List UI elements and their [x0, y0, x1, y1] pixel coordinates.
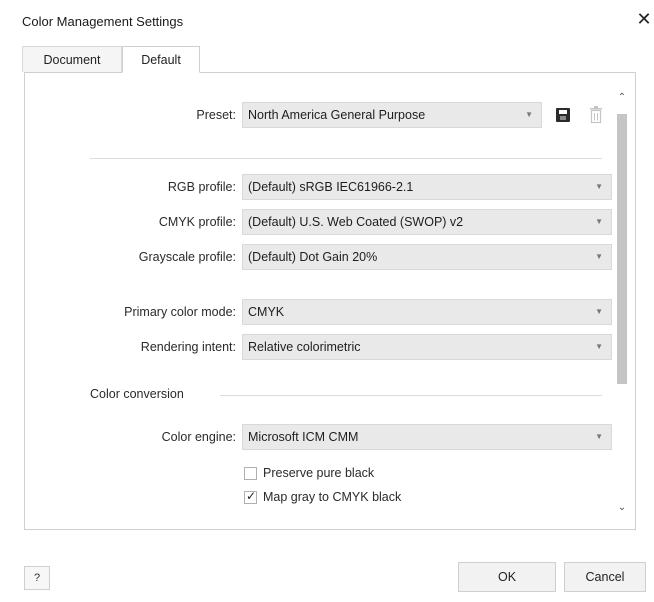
color-engine-dropdown[interactable]: Microsoft ICM CMM ▼	[242, 424, 612, 450]
save-icon[interactable]	[556, 108, 570, 122]
grayscale-profile-dropdown[interactable]: (Default) Dot Gain 20% ▼	[242, 244, 612, 270]
preset-dropdown[interactable]: North America General Purpose ▼	[242, 102, 542, 128]
help-button[interactable]: ?	[24, 566, 50, 590]
chevron-down-icon[interactable]: ⌄	[612, 502, 632, 518]
rgb-profile-value: (Default) sRGB IEC61966-2.1	[248, 180, 414, 194]
cancel-button[interactable]: Cancel	[564, 562, 646, 592]
preserve-pure-black-label: Preserve pure black	[263, 466, 375, 480]
chevron-up-icon[interactable]: ⌃	[612, 92, 632, 108]
primary-color-mode-dropdown[interactable]: CMYK ▼	[242, 299, 612, 325]
rendering-intent-label: Rendering intent:	[140, 340, 236, 354]
cmyk-profile-label: CMYK profile:	[158, 215, 236, 229]
rendering-intent-dropdown[interactable]: Relative colorimetric ▼	[242, 334, 612, 360]
color-management-dialog: Color Management Settings ✕ Document Def…	[0, 0, 654, 602]
chevron-down-icon: ▼	[595, 342, 603, 351]
rgb-profile-label: RGB profile:	[167, 180, 236, 194]
divider	[90, 158, 602, 159]
divider	[220, 395, 602, 396]
cmyk-profile-dropdown[interactable]: (Default) U.S. Web Coated (SWOP) v2 ▼	[242, 209, 612, 235]
chevron-down-icon: ▼	[595, 432, 603, 441]
preset-value: North America General Purpose	[248, 108, 426, 122]
title-bar: Color Management Settings ✕	[0, 0, 654, 40]
chevron-down-icon: ▼	[595, 182, 603, 191]
ok-button[interactable]: OK	[458, 562, 556, 592]
primary-color-mode-label: Primary color mode:	[124, 305, 236, 319]
preserve-pure-black-checkbox[interactable]	[244, 467, 257, 480]
cmyk-profile-value: (Default) U.S. Web Coated (SWOP) v2	[248, 215, 464, 229]
grayscale-profile-label: Grayscale profile:	[138, 250, 236, 264]
trash-icon[interactable]	[588, 105, 604, 125]
chevron-down-icon: ▼	[525, 110, 533, 119]
color-engine-value: Microsoft ICM CMM	[248, 430, 359, 444]
scroll-thumb[interactable]	[617, 114, 627, 384]
close-icon[interactable]: ✕	[635, 9, 653, 29]
checkmark-icon: ✓	[246, 489, 257, 503]
chevron-down-icon: ▼	[595, 252, 603, 261]
vertical-scrollbar[interactable]: ⌃ ⌄	[612, 92, 632, 522]
map-gray-to-cmyk-black-label: Map gray to CMYK black	[263, 490, 402, 504]
chevron-down-icon: ▼	[595, 307, 603, 316]
rendering-intent-value: Relative colorimetric	[248, 340, 361, 354]
color-engine-label: Color engine:	[161, 430, 236, 444]
chevron-down-icon: ▼	[595, 217, 603, 226]
color-conversion-heading: Color conversion	[90, 387, 184, 401]
map-gray-to-cmyk-black-checkbox[interactable]: ✓	[244, 489, 257, 504]
window-title: Color Management Settings	[22, 14, 184, 29]
tab-default[interactable]: Default	[122, 46, 200, 73]
tab-document[interactable]: Document	[22, 46, 122, 72]
grayscale-profile-value: (Default) Dot Gain 20%	[248, 250, 378, 264]
primary-color-mode-value: CMYK	[248, 305, 285, 319]
rgb-profile-dropdown[interactable]: (Default) sRGB IEC61966-2.1 ▼	[242, 174, 612, 200]
preset-label: Preset:	[196, 108, 236, 122]
